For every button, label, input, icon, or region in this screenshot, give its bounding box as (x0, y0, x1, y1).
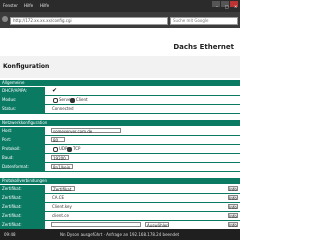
page-header: Dachs Ethernet (0, 28, 240, 57)
address-bar[interactable]: http://172.xx.xx.xx/config.cgi (10, 17, 168, 25)
radio-client-label: Client (76, 97, 88, 102)
row-label: Zertifikat: (0, 185, 45, 193)
menu-item-hilfe[interactable]: Hilfe (24, 3, 33, 8)
section-header-protocol: Protokollverbindungen (0, 178, 240, 184)
back-icon[interactable] (2, 16, 8, 22)
search-input[interactable]: Suche mit Google (170, 17, 238, 25)
page-title-bar: Konfiguration (0, 56, 240, 78)
cert-file-input[interactable] (51, 222, 141, 227)
info-button[interactable]: Info (228, 222, 238, 228)
row-protocol: Protokoll: UDP TCP (0, 145, 240, 154)
page-title: Konfiguration (3, 63, 50, 70)
os-statusbar: 09:48 Nn Dyson ausgeführt · Anfrage an 1… (0, 229, 240, 240)
choose-file-button[interactable]: Auswählen (145, 222, 169, 228)
row-label: Port: (0, 136, 45, 144)
dataformat-select[interactable]: 8n1/kein (51, 164, 73, 170)
section-title: Netzwerkkonfiguration (2, 120, 48, 125)
maximize-button[interactable]: □ (221, 1, 229, 9)
port-input[interactable]: 80 (51, 137, 65, 143)
row-label: Host: (0, 127, 45, 135)
url-text: http://172.xx.xx.xx/config.cgi (13, 18, 72, 23)
row-label: Zertifikat: (0, 203, 45, 211)
row-label: Zertifikat: (0, 194, 45, 202)
checkmark-icon[interactable]: ✔ (52, 88, 57, 94)
clock: 09:48 (4, 232, 16, 237)
row-baud: Baud: 19200 (0, 154, 240, 163)
row-mode: Modus: Server Client (0, 96, 240, 105)
close-button[interactable]: ✕ (230, 1, 238, 9)
row-label: Protokoll: (0, 145, 45, 153)
row-label: Modus: (0, 96, 45, 104)
section-title: Protokollverbindungen (2, 178, 48, 183)
row-cert-ca: Zertifikat: CA.CE Info (0, 194, 240, 203)
cert-client-value: client.ce (52, 213, 69, 218)
radio-client[interactable] (70, 98, 75, 103)
row-dhcp: DHCP/APIPA: ✔ (0, 87, 240, 96)
cert-ca-value: CA.CE (52, 195, 65, 200)
row-dataformat: Datenformat: 8n1/kein (0, 163, 240, 172)
menu-item-hilfe-2[interactable]: Hilfe (40, 3, 49, 8)
browser-menubar: Fenster Hilfe Hilfe – □ ✕ (0, 0, 240, 12)
row-cert-client: Zertifikat: client.ce Info (0, 212, 240, 221)
cert-key-value: Client.key (52, 204, 72, 209)
cert-select[interactable]: Zertifikat (51, 186, 75, 192)
search-placeholder: Suche mit Google (173, 18, 209, 23)
info-button[interactable]: Info (228, 213, 238, 219)
info-button[interactable]: Info (228, 186, 238, 192)
info-button[interactable]: Info (228, 204, 238, 210)
row-host: Host: someserver.com.de (0, 127, 240, 136)
menu-item-fenster[interactable]: Fenster (3, 3, 18, 8)
info-button[interactable]: Info (228, 195, 238, 201)
radio-udp[interactable] (53, 147, 58, 152)
row-label: Zertifikat: (0, 221, 45, 229)
maximize-icon: □ (225, 4, 229, 9)
row-label: Baud: (0, 154, 45, 162)
status-value: Connected (52, 106, 74, 111)
row-cert-select: Zertifikat: Zertifikat Info (0, 185, 240, 194)
browser-toolbar: http://172.xx.xx.xx/config.cgi Suche mit… (0, 12, 240, 28)
row-label: Status: (0, 105, 45, 113)
minimize-icon: – (216, 4, 218, 9)
radio-tcp[interactable] (67, 147, 72, 152)
status-message: Nn Dyson ausgeführt · Anfrage an 192.168… (60, 232, 180, 237)
row-label: DHCP/APIPA: (0, 87, 45, 95)
close-icon: ✕ (234, 4, 238, 9)
radio-server[interactable] (53, 98, 58, 103)
row-port: Port: 80 (0, 136, 240, 145)
minimize-button[interactable]: – (212, 1, 220, 9)
section-header-general: Allgemeine (0, 80, 240, 86)
radio-tcp-label: TCP (73, 146, 81, 151)
section-header-network: Netzwerkkonfiguration (0, 120, 240, 126)
row-label: Zertifikat: (0, 212, 45, 220)
baud-select[interactable]: 19200 (51, 155, 69, 161)
row-status: Status: Connected (0, 105, 240, 114)
row-cert-key: Zertifikat: Client.key Info (0, 203, 240, 212)
host-input[interactable]: someserver.com.de (51, 128, 121, 134)
row-label: Datenformat: (0, 163, 45, 171)
section-title: Allgemeine (2, 80, 25, 85)
brand-title: Dachs Ethernet (173, 43, 234, 51)
